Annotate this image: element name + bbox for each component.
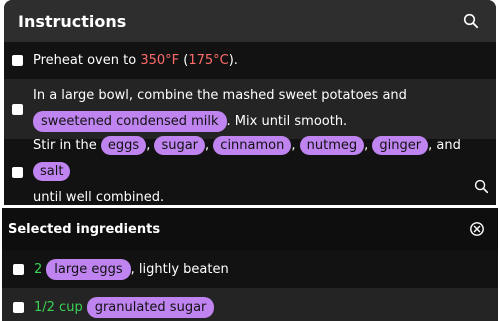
- ingredient-row: 2 large eggs , lightly beaten: [2, 250, 498, 288]
- ingredient-chip[interactable]: large eggs: [46, 258, 131, 280]
- ingredient-chip[interactable]: sweetened condensed milk: [33, 111, 227, 132]
- ingredient-chip[interactable]: granulated sugar: [86, 296, 215, 318]
- temperature-fahrenheit: 350°F: [140, 52, 180, 68]
- step-checkbox[interactable]: [12, 166, 23, 178]
- instruction-step-2: In a large bowl, combine the mashed swee…: [4, 79, 496, 139]
- step-text: In a large bowl, combine the mashed swee…: [33, 83, 407, 135]
- selected-ingredients-panel: Selected ingredients 2 large eggs , ligh…: [2, 208, 498, 321]
- temperature-celsius: 175°C: [188, 52, 229, 68]
- step-text-prefix: Preheat oven to: [33, 52, 137, 68]
- step-text-prefix: Stir in the: [33, 138, 97, 153]
- close-circle-icon[interactable]: [466, 218, 488, 240]
- instructions-panel: Instructions Preheat oven to 350°F (175°…: [4, 0, 496, 205]
- ingredient-chip[interactable]: cinnamon: [213, 136, 292, 155]
- paren-close: ).: [228, 52, 238, 68]
- ingredient-chip[interactable]: eggs: [100, 136, 147, 155]
- step-text: Preheat oven to 350°F (175°C).: [33, 48, 238, 74]
- step-checkbox[interactable]: [12, 55, 23, 66]
- ingredient-checkbox[interactable]: [13, 301, 24, 313]
- ingredient-quantity: 1/2 cup: [34, 299, 83, 315]
- step-text-part: In a large bowl, combine the mashed swee…: [33, 88, 407, 103]
- step-checkbox[interactable]: [12, 103, 23, 115]
- ingredient-quantity: 2: [34, 261, 43, 277]
- ingredient-note: , lightly beaten: [130, 261, 229, 277]
- step-text: Stir in the eggs, sugar, cinnamon, nutme…: [33, 136, 461, 205]
- and-word: , and: [428, 138, 461, 153]
- ingredient-chip[interactable]: salt: [33, 162, 71, 181]
- search-icon[interactable]: [470, 175, 492, 197]
- ingredient-row: 1/2 cup granulated sugar: [2, 288, 498, 321]
- selected-ingredients-title: Selected ingredients: [8, 221, 161, 237]
- ingredient-chip[interactable]: nutmeg: [299, 136, 365, 155]
- step-text-part: . Mix until smooth.: [226, 114, 348, 129]
- instruction-step-3: Stir in the eggs, sugar, cinnamon, nutme…: [4, 136, 496, 205]
- ingredient-chip[interactable]: sugar: [154, 136, 206, 155]
- step-text-suffix: until well combined.: [33, 190, 165, 205]
- search-icon[interactable]: [460, 10, 482, 32]
- ingredient-checkbox[interactable]: [13, 263, 24, 275]
- instructions-header: Instructions: [4, 0, 496, 42]
- instructions-title: Instructions: [18, 11, 127, 31]
- ingredient-chip[interactable]: ginger: [372, 136, 429, 155]
- instruction-step-1: Preheat oven to 350°F (175°C).: [4, 42, 496, 79]
- selected-ingredients-header: Selected ingredients: [2, 208, 498, 250]
